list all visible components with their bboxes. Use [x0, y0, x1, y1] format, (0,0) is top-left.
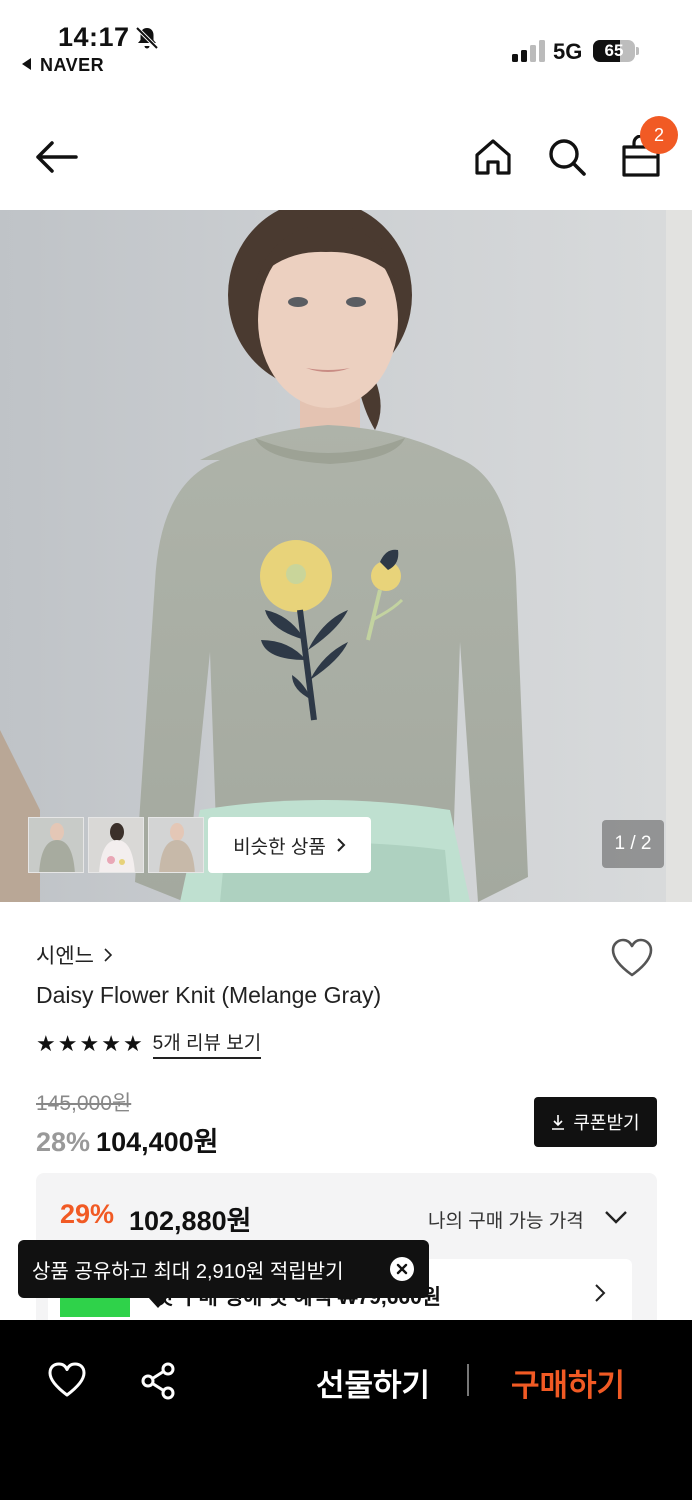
battery-icon: 65 [593, 40, 635, 62]
gift-button[interactable]: 선물하기 [316, 1360, 430, 1405]
signal-icon [512, 40, 545, 62]
thumbnail-1[interactable] [28, 817, 84, 873]
share-icon[interactable] [140, 1362, 176, 1400]
top-nav [0, 100, 692, 210]
my-price-rate: 29% [60, 1199, 115, 1229]
close-icon [396, 1263, 408, 1275]
search-icon[interactable] [545, 135, 589, 179]
price-row: 28% 104,400원 [36, 1120, 219, 1159]
product-image[interactable] [0, 210, 692, 902]
chevron-right-icon [104, 948, 112, 962]
similar-products-label: 비슷한 상품 [233, 836, 326, 858]
toast-pointer [148, 1297, 168, 1308]
toast-close-button[interactable] [390, 1257, 414, 1281]
share-reward-toast: 상품 공유하고 최대 2,910원 적립받기 [18, 1240, 429, 1298]
image-pager: 1 / 2 [602, 820, 664, 868]
star-icon: ★ [122, 1030, 143, 1056]
heart-icon[interactable] [48, 1362, 86, 1398]
coupon-button[interactable]: 쿠폰받기 [534, 1097, 657, 1147]
thumbnail-3[interactable] [148, 817, 204, 873]
status-bar: 14:17 NAVER 5G 65 [0, 0, 692, 90]
brand-link[interactable]: 시엔느 [36, 940, 112, 970]
battery-level: 65 [604, 41, 624, 60]
chevron-right-icon [337, 838, 346, 852]
action-divider [467, 1364, 469, 1396]
star-rating: ★ ★ ★ ★ ★ [36, 1030, 143, 1058]
status-time: 14:17 [58, 22, 130, 52]
toast-message: 상품 공유하고 최대 2,910원 적립받기 [32, 1260, 344, 1283]
my-price-toggle-label[interactable]: 나의 구매 가능 가격 [428, 1206, 584, 1233]
rating-row: ★ ★ ★ ★ ★ 5개 리뷰 보기 [36, 1028, 262, 1059]
battery-tip [636, 47, 639, 55]
star-icon: ★ [57, 1030, 78, 1056]
cart-count-badge: 2 [640, 116, 678, 154]
chevron-down-icon[interactable] [604, 1209, 628, 1225]
brand-name: 시엔느 [36, 945, 94, 968]
buy-button[interactable]: 구매하기 [511, 1360, 625, 1405]
original-price: 145,000원 [36, 1092, 132, 1115]
bottom-action-bar: 선물하기 구매하기 [0, 1320, 692, 1500]
thumbnail-strip [28, 817, 204, 873]
discount-rate: 28% [36, 1127, 91, 1157]
my-price-value: 102,880원 [129, 1206, 252, 1236]
home-icon[interactable] [471, 135, 515, 179]
similar-products-button[interactable]: 비슷한 상품 [208, 817, 371, 873]
star-icon: ★ [101, 1030, 121, 1056]
review-link[interactable]: 5개 리뷰 보기 [152, 1028, 262, 1059]
sale-price: 104,400원 [96, 1127, 219, 1157]
star-icon: ★ [79, 1030, 100, 1056]
coupon-label: 쿠폰받기 [573, 1113, 640, 1133]
product-photo [0, 210, 692, 902]
back-to-app-link[interactable]: NAVER [22, 55, 104, 76]
product-name: Daisy Flower Knit (Melange Gray) [36, 982, 382, 1008]
heart-icon[interactable] [610, 938, 654, 978]
star-icon: ★ [36, 1030, 56, 1056]
back-app-label: NAVER [40, 55, 105, 75]
chevron-right-icon [595, 1284, 606, 1302]
back-triangle-icon [22, 58, 31, 70]
thumbnail-2[interactable] [88, 817, 144, 873]
download-icon [552, 1115, 565, 1130]
bell-muted-icon [135, 26, 159, 50]
network-type: 5G [553, 39, 583, 64]
back-arrow-icon[interactable] [34, 135, 78, 179]
